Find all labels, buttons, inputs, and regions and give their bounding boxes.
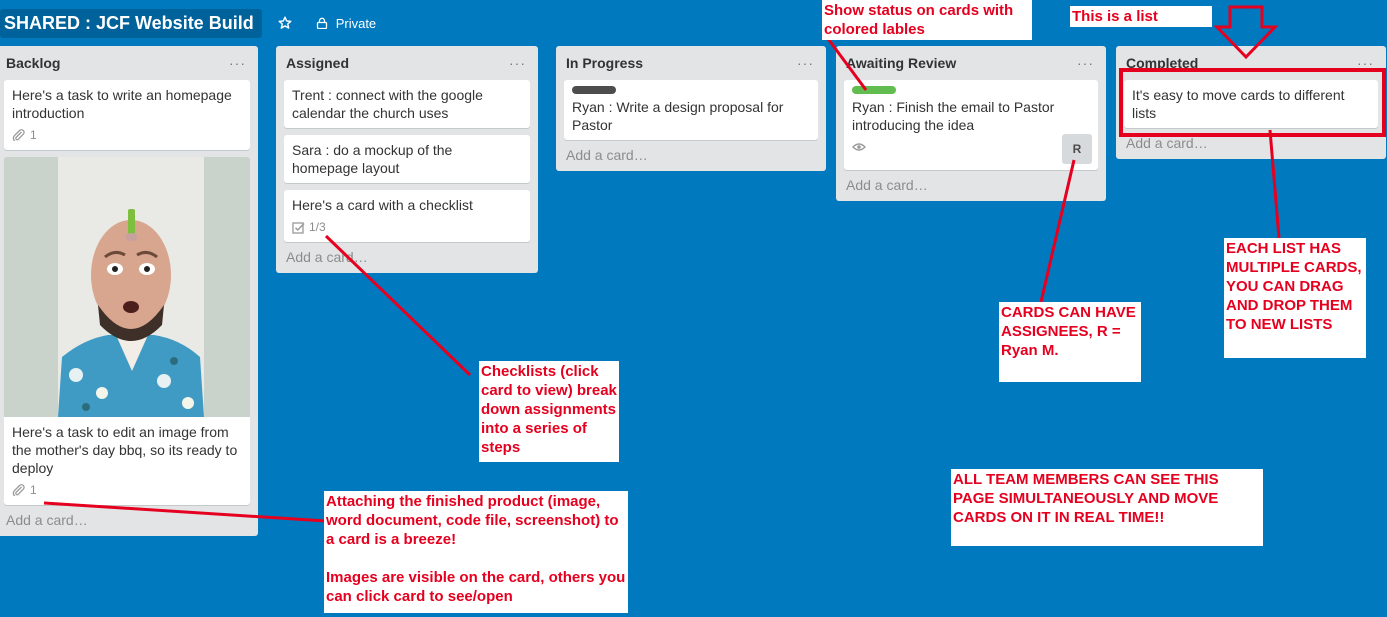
list-menu-button[interactable]: ··· [1357, 56, 1374, 70]
list-assigned[interactable]: Assigned ··· Trent : connect with the go… [276, 46, 538, 273]
card[interactable]: Ryan : Write a design proposal for Pasto… [564, 80, 818, 140]
card-title: Here's a card with a checklist [292, 197, 473, 213]
card-title: Here's a task to write an homepage intro… [12, 87, 232, 121]
card[interactable]: Here's a card with a checklist 1/3 [284, 190, 530, 242]
card-label-green [852, 86, 896, 94]
list-header: Assigned ··· [284, 46, 530, 80]
list-header: Completed ··· [1124, 46, 1378, 80]
eye-icon [852, 143, 866, 151]
card[interactable]: It's easy to move cards to different lis… [1124, 80, 1378, 128]
card-title: Sara : do a mockup of the homepage layou… [292, 142, 453, 176]
lock-icon [316, 17, 327, 29]
annotation-attachments: Attaching the finished product (image, w… [324, 491, 628, 613]
list-title[interactable]: Backlog [6, 55, 60, 71]
list-title[interactable]: Completed [1126, 55, 1198, 71]
star-button[interactable] [270, 12, 308, 34]
watching-badge [852, 142, 870, 152]
card-badges: 1 [12, 481, 242, 499]
list-backlog[interactable]: Backlog ··· Here's a task to write an ho… [0, 46, 258, 536]
annotation-attachments-line-2: Images are visible on the card, others y… [326, 569, 626, 605]
list-title[interactable]: In Progress [566, 55, 643, 71]
card-badges: 1/3 [292, 218, 522, 236]
list-awaiting-review[interactable]: Awaiting Review ··· Ryan : Finish the em… [836, 46, 1106, 201]
annotation-spacer [326, 549, 626, 568]
card-title: Here's a task to edit an image from the … [12, 424, 238, 476]
list-completed[interactable]: Completed ··· It's easy to move cards to… [1116, 46, 1386, 159]
list-header: Backlog ··· [4, 46, 250, 80]
annotation-checklists: Checklists (click card to view) break do… [479, 361, 619, 462]
paperclip-icon [12, 129, 25, 141]
list-menu-button[interactable]: ··· [797, 56, 814, 70]
list-title[interactable]: Assigned [286, 55, 349, 71]
card[interactable]: Ryan : Finish the email to Pastor introd… [844, 80, 1098, 170]
card-title: Ryan : Write a design proposal for Pasto… [572, 99, 784, 133]
card-cover-image [4, 157, 250, 417]
attachment-badge: 1 [12, 126, 37, 144]
card-badges: 1 [12, 126, 242, 144]
list-header: In Progress ··· [564, 46, 818, 80]
card-with-cover[interactable]: Here's a task to edit an image from the … [4, 157, 250, 505]
list-header: Awaiting Review ··· [844, 46, 1098, 80]
list-menu-button[interactable]: ··· [229, 56, 246, 70]
annotation-attachments-line-1: Attaching the finished product (image, w… [326, 493, 619, 548]
annotation-list: This is a list [1070, 6, 1212, 27]
checkbox-icon [292, 221, 305, 234]
card-label-black [572, 86, 616, 94]
board-header: SHARED : JCF Website Build Private [0, 8, 384, 38]
list-menu-button[interactable]: ··· [509, 56, 526, 70]
card[interactable]: Trent : connect with the google calendar… [284, 80, 530, 128]
annotation-realtime: ALL TEAM MEMBERS CAN SEE THIS PAGE SIMUL… [951, 469, 1263, 546]
annotation-labels: Show status on cards with colored lables [822, 0, 1032, 40]
card-title: It's easy to move cards to different lis… [1132, 87, 1345, 121]
add-card-link[interactable]: Add a card… [566, 147, 818, 163]
card-title: Ryan : Finish the email to Pastor introd… [852, 99, 1055, 133]
card[interactable]: Sara : do a mockup of the homepage layou… [284, 135, 530, 183]
add-card-link[interactable]: Add a card… [846, 177, 1098, 193]
list-title[interactable]: Awaiting Review [846, 55, 956, 71]
attachment-count: 1 [30, 128, 37, 142]
add-card-link[interactable]: Add a card… [286, 249, 530, 265]
star-icon [278, 16, 292, 29]
checklist-badge: 1/3 [292, 218, 326, 236]
checklist-progress: 1/3 [309, 220, 326, 234]
annotation-assignees: CARDS CAN HAVE ASSIGNEES, R = Ryan M. [999, 302, 1141, 382]
list-in-progress[interactable]: In Progress ··· Ryan : Write a design pr… [556, 46, 826, 171]
paperclip-icon [12, 484, 25, 496]
board-title[interactable]: SHARED : JCF Website Build [0, 8, 262, 38]
list-menu-button[interactable]: ··· [1077, 56, 1094, 70]
member-avatar[interactable]: R [1062, 134, 1092, 164]
attachment-count: 1 [30, 483, 37, 497]
card[interactable]: Here's a task to write an homepage intro… [4, 80, 250, 150]
add-card-link[interactable]: Add a card… [6, 512, 250, 528]
man-photo-illustration [4, 157, 250, 417]
visibility-button[interactable]: Private [308, 12, 384, 35]
annotation-multiple: EACH LIST HAS MULTIPLE CARDS, YOU CAN DR… [1224, 238, 1366, 358]
visibility-label: Private [335, 15, 377, 31]
card-title: Trent : connect with the google calendar… [292, 87, 483, 121]
add-card-link[interactable]: Add a card… [1126, 135, 1378, 151]
attachment-badge: 1 [12, 481, 37, 499]
card-badges [852, 138, 1090, 156]
